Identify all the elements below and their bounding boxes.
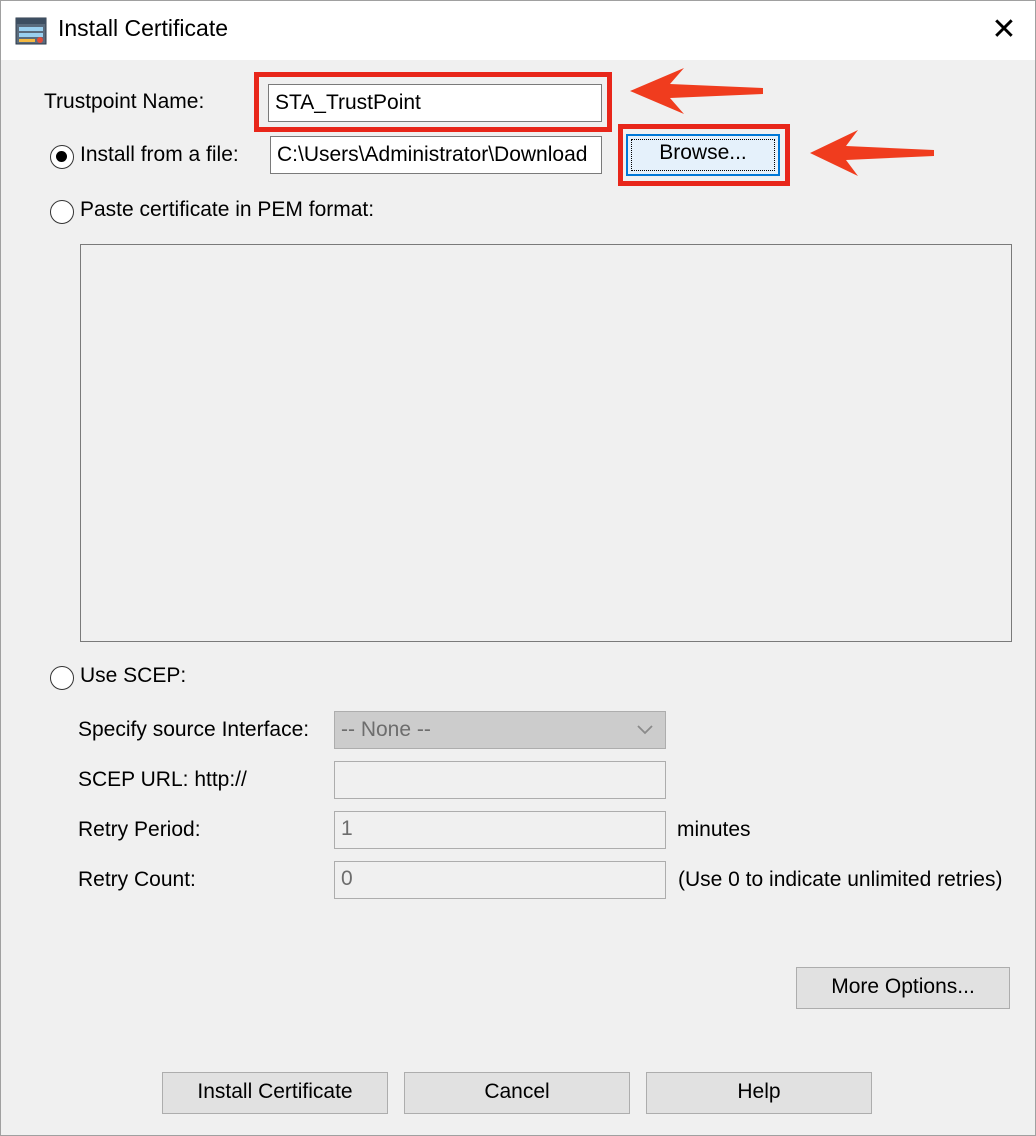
window-title: Install Certificate — [58, 15, 229, 41]
source-interface-value: -- None -- — [341, 718, 431, 741]
chevron-down-icon — [635, 714, 655, 744]
retry-count-input[interactable]: 0 — [334, 861, 666, 899]
install-from-file-label: Install from a file: — [80, 143, 239, 166]
install-certificate-button[interactable]: Install Certificate — [162, 1072, 388, 1114]
source-interface-label: Specify source Interface: — [78, 718, 310, 741]
browse-button[interactable]: Browse... — [626, 134, 780, 176]
focus-outline — [631, 139, 775, 171]
scep-url-input[interactable] — [334, 761, 666, 799]
retry-count-hint: (Use 0 to indicate unlimited retries) — [678, 868, 1003, 891]
install-from-file-radio[interactable] — [50, 145, 74, 169]
use-scep-label: Use SCEP: — [80, 664, 187, 687]
retry-period-label: Retry Period: — [78, 818, 201, 841]
paste-pem-label: Paste certificate in PEM format: — [80, 198, 375, 221]
retry-period-unit: minutes — [677, 818, 751, 841]
file-path-input[interactable]: C:\Users\Administrator\Download — [270, 136, 602, 174]
use-scep-radio[interactable] — [50, 666, 74, 690]
arrow-icon — [628, 66, 768, 118]
trustpoint-name-label: Trustpoint Name: — [44, 90, 205, 113]
retry-count-label: Retry Count: — [78, 868, 196, 891]
more-options-button[interactable]: More Options... — [796, 967, 1010, 1009]
cancel-button[interactable]: Cancel — [404, 1072, 630, 1114]
scep-url-label: SCEP URL: http:// — [78, 768, 247, 791]
retry-period-input[interactable]: 1 — [334, 811, 666, 849]
pem-textarea[interactable] — [80, 244, 1012, 642]
arrow-icon — [808, 128, 938, 180]
trustpoint-highlight-box — [254, 72, 612, 132]
paste-pem-radio[interactable] — [50, 200, 74, 224]
radio-selected-dot — [56, 151, 67, 162]
source-interface-select[interactable]: -- None -- — [334, 711, 666, 749]
close-icon[interactable]: ✕ — [986, 12, 1022, 48]
certificate-app-icon — [15, 17, 47, 45]
help-button[interactable]: Help — [646, 1072, 872, 1114]
